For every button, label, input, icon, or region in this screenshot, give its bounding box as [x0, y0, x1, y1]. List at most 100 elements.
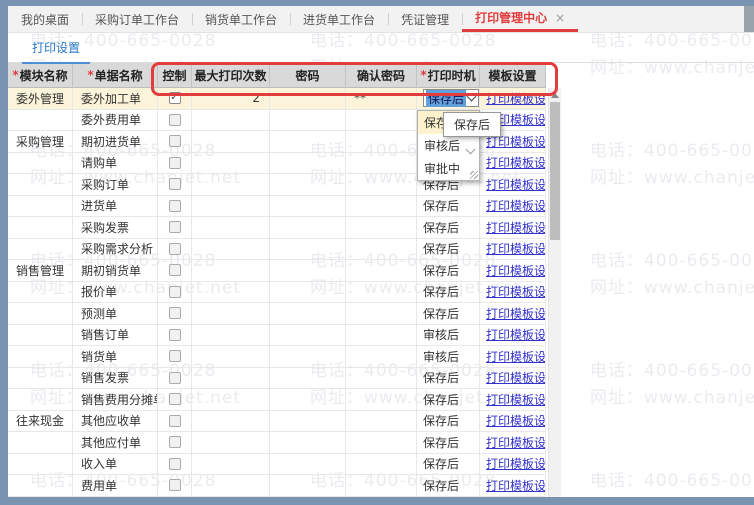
password-cell[interactable] [270, 324, 346, 346]
password-cell[interactable] [270, 174, 346, 196]
max-print-count-cell[interactable] [192, 152, 270, 174]
tab-print-settings[interactable]: 打印设置 [22, 39, 91, 64]
control-checkbox-cell[interactable] [158, 217, 192, 239]
print-timing-cell[interactable]: 保存后 [417, 88, 480, 110]
password-cell[interactable] [270, 389, 346, 411]
tab-close-icon[interactable]: × [555, 11, 565, 25]
checkbox-unchecked-icon[interactable] [168, 479, 181, 492]
control-checkbox-cell[interactable] [158, 432, 192, 454]
password-cell[interactable] [270, 475, 346, 497]
control-checkbox-cell[interactable] [158, 152, 192, 174]
max-print-count-cell[interactable]: 2 [192, 88, 270, 110]
table-vertical-scrollbar[interactable] [548, 88, 561, 497]
confirm-password-cell[interactable] [346, 303, 417, 325]
print-template-settings-link[interactable]: 打印模板设置 [486, 240, 545, 257]
control-checkbox-cell[interactable] [158, 324, 192, 346]
print-timing-cell[interactable]: 保存后 [417, 410, 480, 432]
print-timing-cell[interactable]: 保存后 [417, 281, 480, 303]
control-checkbox-cell[interactable] [158, 389, 192, 411]
control-checkbox-cell[interactable] [158, 281, 192, 303]
control-checkbox-cell[interactable] [158, 131, 192, 153]
confirm-password-cell[interactable] [346, 109, 417, 131]
max-print-count-cell[interactable] [192, 195, 270, 217]
checkbox-unchecked-icon[interactable] [168, 199, 181, 212]
confirm-password-cell[interactable]: ** [346, 88, 417, 110]
password-cell[interactable] [270, 260, 346, 282]
max-print-count-cell[interactable] [192, 281, 270, 303]
max-print-count-cell[interactable] [192, 324, 270, 346]
print-template-settings-link[interactable]: 打印模板设置 [486, 283, 545, 300]
max-print-count-cell[interactable] [192, 432, 270, 454]
max-print-count-cell[interactable] [192, 453, 270, 475]
checkbox-unchecked-icon[interactable] [168, 307, 181, 320]
print-template-settings-link[interactable]: 打印模板设置 [486, 348, 545, 365]
tab-item[interactable]: 我的桌面 [8, 6, 82, 32]
scrollbar-thumb[interactable] [550, 102, 560, 240]
confirm-password-cell[interactable] [346, 432, 417, 454]
control-checkbox-cell[interactable] [158, 109, 192, 131]
max-print-count-cell[interactable] [192, 346, 270, 368]
max-print-count-cell[interactable] [192, 174, 270, 196]
print-template-settings-link[interactable]: 打印模板设置 [486, 434, 545, 451]
print-timing-cell[interactable]: 保存后 [417, 195, 480, 217]
max-print-count-cell[interactable] [192, 238, 270, 260]
confirm-password-cell[interactable] [346, 152, 417, 174]
checkbox-unchecked-icon[interactable] [168, 135, 181, 148]
tab-item[interactable]: 打印管理中心 × [462, 6, 579, 32]
print-template-settings-link[interactable]: 打印模板设置 [486, 197, 545, 214]
confirm-password-cell[interactable] [346, 410, 417, 432]
control-checkbox-cell[interactable] [158, 195, 192, 217]
print-timing-cell[interactable]: 保存后 [417, 303, 480, 325]
max-print-count-cell[interactable] [192, 217, 270, 239]
print-timing-cell[interactable]: 保存后 [417, 475, 480, 497]
control-checkbox-cell[interactable] [158, 453, 192, 475]
print-template-settings-link[interactable]: 打印模板设置 [486, 176, 545, 193]
confirm-password-cell[interactable] [346, 238, 417, 260]
control-checkbox-cell[interactable] [158, 346, 192, 368]
print-timing-cell[interactable]: 保存后 [417, 453, 480, 475]
dropdown-resize-grip-icon[interactable] [470, 171, 478, 179]
checkbox-unchecked-icon[interactable] [168, 371, 181, 384]
max-print-count-cell[interactable] [192, 109, 270, 131]
chevron-down-icon[interactable] [466, 91, 477, 102]
password-cell[interactable] [270, 109, 346, 131]
print-template-settings-link[interactable]: 打印模板设置 [486, 90, 545, 107]
checkbox-unchecked-icon[interactable] [168, 242, 181, 255]
checkbox-unchecked-icon[interactable] [168, 457, 181, 470]
password-cell[interactable] [270, 346, 346, 368]
max-print-count-cell[interactable] [192, 475, 270, 497]
print-timing-cell[interactable]: 保存后 [417, 367, 480, 389]
password-cell[interactable] [270, 195, 346, 217]
control-checkbox-cell[interactable] [158, 367, 192, 389]
confirm-password-cell[interactable] [346, 260, 417, 282]
max-print-count-cell[interactable] [192, 367, 270, 389]
print-template-settings-link[interactable]: 打印模板设置 [486, 262, 545, 279]
print-timing-cell[interactable]: 保存后 [417, 260, 480, 282]
control-checkbox-cell[interactable] [158, 88, 192, 110]
checkbox-unchecked-icon[interactable] [168, 350, 181, 363]
print-template-settings-link[interactable]: 打印模板设置 [486, 219, 545, 236]
checkbox-unchecked-icon[interactable] [168, 328, 181, 341]
control-checkbox-cell[interactable] [158, 174, 192, 196]
control-checkbox-cell[interactable] [158, 238, 192, 260]
password-cell[interactable] [270, 152, 346, 174]
print-timing-cell[interactable]: 审核后 [417, 346, 480, 368]
checkbox-unchecked-icon[interactable] [168, 221, 181, 234]
tab-item[interactable]: 销货单工作台 [192, 6, 290, 32]
print-timing-cell[interactable]: 保存后 [417, 432, 480, 454]
max-print-count-cell[interactable] [192, 131, 270, 153]
confirm-password-cell[interactable] [346, 389, 417, 411]
password-cell[interactable] [270, 303, 346, 325]
print-timing-combobox[interactable]: 保存后 [423, 89, 479, 108]
confirm-password-cell[interactable] [346, 324, 417, 346]
confirm-password-cell[interactable] [346, 453, 417, 475]
confirm-password-cell[interactable] [346, 174, 417, 196]
password-cell[interactable] [270, 131, 346, 153]
checkbox-unchecked-icon[interactable] [168, 264, 181, 277]
checkbox-unchecked-icon[interactable] [168, 414, 181, 427]
max-print-count-cell[interactable] [192, 303, 270, 325]
print-timing-cell[interactable]: 保存后 [417, 238, 480, 260]
tab-item[interactable]: 凭证管理 [388, 6, 462, 32]
max-print-count-cell[interactable] [192, 389, 270, 411]
tab-item[interactable]: 进货单工作台 [290, 6, 388, 32]
